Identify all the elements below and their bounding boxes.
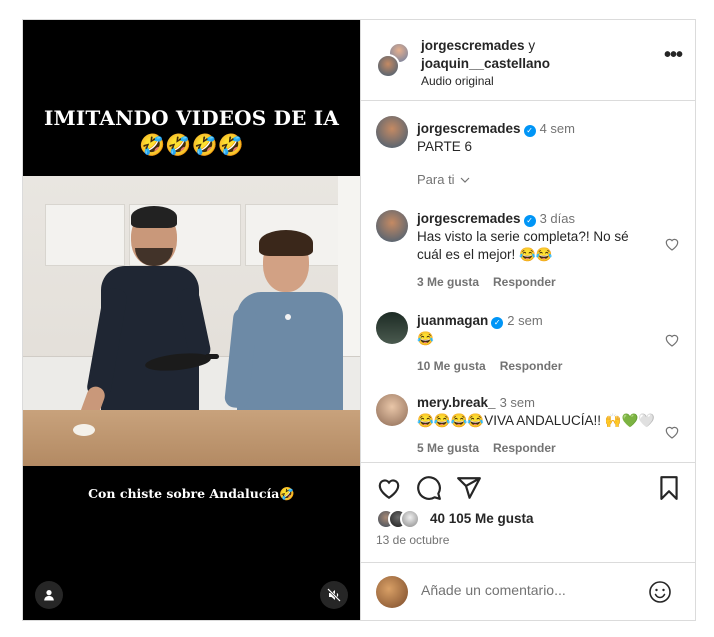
video-caption: Con chiste sobre Andalucía🤣 [88,486,295,501]
comment-text: 😂 [417,331,434,346]
heart-icon[interactable] [376,475,402,501]
avatar[interactable] [376,116,408,148]
translation-toggle[interactable]: Para ti [417,172,470,187]
mute-toggle-button[interactable] [320,581,348,609]
verified-badge-icon: ✓ [491,317,504,329]
video-title-emojis: 🤣🤣🤣🤣 [139,134,244,157]
translation-label: Para ti [417,172,455,187]
author-link[interactable]: jorgescremades [421,38,525,53]
verified-badge-icon: ✓ [523,215,536,227]
chevron-down-icon [460,177,470,183]
avatar[interactable] [376,210,408,242]
add-comment-bar [361,562,696,620]
heart-icon[interactable] [664,236,680,252]
avatar [376,54,400,78]
user-tags-button[interactable] [35,581,63,609]
comment-username[interactable]: jorgescremades [417,121,521,136]
comments-list[interactable]: jorgescremades ✓ 4 sem PARTE 6 Para ti jor… [361,102,696,462]
comment-text: Has visto la serie completa?! No sé cuál… [417,229,629,262]
person-icon [44,590,54,601]
comment-text: 😂😂😂😂VIVA ANDALUCÍA!! 🙌💚🤍 [417,413,656,428]
post-dialog: IMITANDO VIDEOS DE IA 🤣🤣🤣🤣 Con chiste so… [22,19,696,621]
comment-time[interactable]: 3 sem [500,395,535,410]
likes-count[interactable]: 40 105 Me gusta [430,511,534,526]
verified-badge-icon: ✓ [523,125,536,137]
more-options-button[interactable]: ••• [664,45,683,65]
reply-button[interactable]: Responder [500,359,563,373]
share-icon[interactable] [456,475,482,501]
post-actions: 40 105 Me gusta 13 de octubre [361,462,696,562]
author-link[interactable]: joaquin__castellano [421,55,550,73]
reply-button[interactable]: Responder [493,441,556,455]
counter-object [73,424,95,436]
avatar [376,576,408,608]
reel-video[interactable]: IMITANDO VIDEOS DE IA 🤣🤣🤣🤣 Con chiste so… [23,20,360,620]
kitchen-counter [23,410,360,466]
comment-username[interactable]: juanmagan [417,313,488,328]
comment-likes[interactable]: 5 Me gusta [417,441,479,455]
heart-icon[interactable] [664,424,680,440]
kitchen-cabinet [45,204,125,266]
avatar[interactable] [376,312,408,344]
video-title-text: IMITANDO VIDEOS DE IA [43,106,340,130]
comment-username[interactable]: jorgescremades [417,211,521,226]
avatar[interactable] [376,394,408,426]
speaker-muted-icon [327,588,341,602]
reply-button[interactable]: Responder [493,275,556,289]
comment-time[interactable]: 3 días [540,211,575,226]
video-frame [23,176,360,466]
bookmark-icon[interactable] [656,475,682,501]
post-details-panel: jorgescremades y joaquin__castellano Aud… [360,20,696,620]
comment-likes[interactable]: 3 Me gusta [417,275,479,289]
comment-input[interactable] [421,582,621,598]
comment-likes[interactable]: 10 Me gusta [417,359,486,373]
post-authors: jorgescremades y joaquin__castellano Aud… [421,37,550,89]
collab-avatars[interactable] [376,42,412,78]
post-header: jorgescremades y joaquin__castellano Aud… [361,20,696,101]
comment-time[interactable]: 4 sem [540,121,575,136]
comment-time[interactable]: 2 sem [507,313,542,328]
pan-handle [205,354,219,359]
comment-text: PARTE 6 [417,139,473,154]
comment-username[interactable]: mery.break_ [417,395,496,410]
audio-link[interactable]: Audio original [421,73,550,89]
heart-icon[interactable] [664,332,680,348]
comment-icon[interactable] [416,475,442,501]
post-date[interactable]: 13 de octubre [376,533,449,547]
avatar [400,509,420,529]
author-conjunction: y [528,38,536,53]
smiley-icon[interactable] [648,580,672,604]
